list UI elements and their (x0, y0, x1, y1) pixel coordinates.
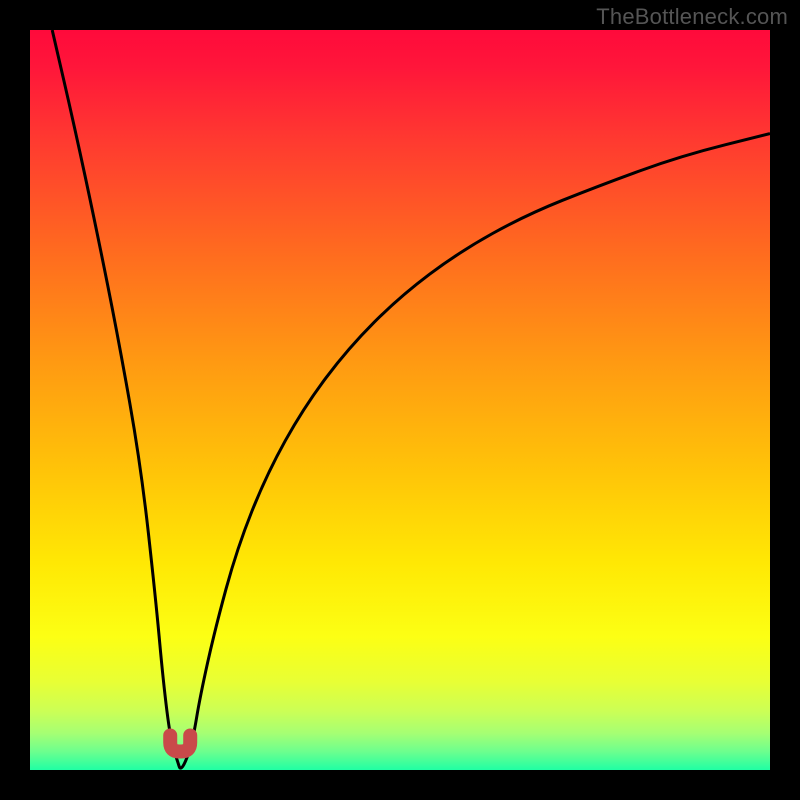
plot-area (30, 30, 770, 770)
chart-frame: TheBottleneck.com (0, 0, 800, 800)
minimum-marker (170, 736, 190, 752)
curve-layer (30, 30, 770, 770)
watermark-text: TheBottleneck.com (596, 4, 788, 30)
bottleneck-curve (52, 30, 770, 768)
